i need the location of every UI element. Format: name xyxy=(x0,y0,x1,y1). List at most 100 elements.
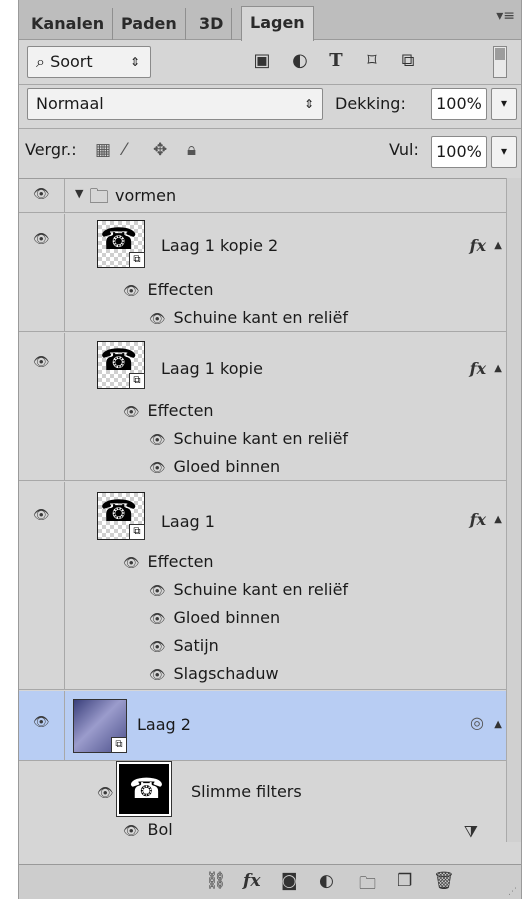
eye-icon[interactable]: 👁︎ xyxy=(33,715,50,730)
opacity-dropdown-button[interactable]: ▾ xyxy=(491,88,517,120)
filter-item-row[interactable]: 👁︎ Bol ⧩ xyxy=(19,820,506,843)
filter-kind-select[interactable]: ⌕ Soort ⇕ xyxy=(27,46,151,78)
fx-icon[interactable]: fx xyxy=(470,236,486,255)
lock-brush-icon[interactable]: ⁄ xyxy=(123,140,126,160)
smart-filters-label: Slimme filters xyxy=(191,782,302,801)
layer-thumbnail: ☎ ⧉ xyxy=(97,220,145,268)
new-layer-icon[interactable]: ❐ xyxy=(397,871,412,891)
effect-item[interactable]: 👁︎ Gloed binnen xyxy=(149,457,280,476)
collapse-caret-icon[interactable]: ▲ xyxy=(494,719,502,730)
collapse-caret-icon[interactable]: ▲ xyxy=(494,363,502,374)
blend-mode-select[interactable]: Normaal ⇕ xyxy=(27,88,323,120)
effect-item[interactable]: 👁︎ Schuine kant en reliëf xyxy=(149,429,348,448)
scrollbar[interactable] xyxy=(506,178,521,842)
folder-icon: 🗀 xyxy=(89,184,109,208)
effects-item[interactable]: 👁︎ Effecten xyxy=(123,280,214,299)
opacity-input[interactable]: 100% xyxy=(431,88,487,120)
fx-icon[interactable]: fx xyxy=(243,871,260,891)
fill-input[interactable]: 100% xyxy=(431,136,487,168)
filter-kind-label: Soort xyxy=(50,52,93,71)
lock-label: Vergr.: xyxy=(25,140,77,159)
eye-icon[interactable]: 👁︎ xyxy=(149,668,166,683)
expand-triangle-icon[interactable]: ▼ xyxy=(75,187,83,200)
eye-icon[interactable]: 👁︎ xyxy=(123,824,140,839)
eye-icon[interactable]: 👁︎ xyxy=(149,584,166,599)
layer-name: Laag 1 kopie xyxy=(161,359,263,378)
eye-icon[interactable]: 👁︎ xyxy=(123,405,140,420)
lock-all-icon[interactable]: 🔒︎ xyxy=(187,140,196,160)
layer-row[interactable]: 👁︎ ☎ ⧉ Laag 1 kopie fx ▲ 👁︎ Effecten 👁︎ Sc… xyxy=(19,333,506,481)
eye-icon[interactable]: 👁︎ xyxy=(33,508,50,523)
chevron-updown-icon: ⇕ xyxy=(303,97,314,111)
panel-tab-bar: Kanalen Paden 3D Lagen ▾≡ xyxy=(19,0,521,41)
filter-pixel-icon[interactable]: ▣ xyxy=(249,50,275,71)
fill-dropdown-button[interactable]: ▾ xyxy=(491,136,517,168)
tab-3d[interactable]: 3D xyxy=(191,8,233,40)
layer-thumbnail: ☎ ⧉ xyxy=(97,492,145,540)
search-icon: ⌕ xyxy=(36,52,45,71)
layers-list: 👁︎ ▼ 🗀 vormen 👁︎ ☎ ⧉ Laag 1 kopie 2 fx ▲… xyxy=(19,178,506,842)
smart-object-badge-icon: ⧉ xyxy=(129,373,145,389)
filter-mask-thumbnail[interactable]: ☎ xyxy=(116,761,172,817)
collapse-caret-icon[interactable]: ▲ xyxy=(494,240,502,251)
eye-icon[interactable]: 👁︎ xyxy=(123,284,140,299)
effect-item[interactable]: 👁︎ Gloed binnen xyxy=(149,608,280,627)
effects-item[interactable]: 👁︎ Effecten xyxy=(123,552,214,571)
layer-name: Laag 2 xyxy=(137,715,191,734)
filter-shape-icon[interactable]: ⌑ xyxy=(359,50,385,71)
panel-footer: ⛓ fx ◙ ◐ 🗀 ❐ 🗑 ⋰ xyxy=(19,864,521,899)
smart-object-badge-icon: ⧉ xyxy=(129,524,145,540)
smart-object-icon: ◎ xyxy=(470,713,484,732)
divider xyxy=(19,84,521,85)
smart-object-badge-icon: ⧉ xyxy=(111,737,127,753)
eye-icon[interactable]: 👁︎ xyxy=(149,612,166,627)
add-mask-icon[interactable]: ◙ xyxy=(281,871,298,891)
layer-thumbnail: ⧉ xyxy=(73,699,127,753)
fill-label: Vul: xyxy=(389,140,419,159)
eye-icon[interactable]: 👁︎ xyxy=(33,232,50,247)
filter-type-icon[interactable]: T xyxy=(323,50,349,71)
new-group-icon[interactable]: 🗀 xyxy=(359,871,376,899)
telephone-icon: ☎ xyxy=(129,772,164,805)
tab-lagen[interactable]: Lagen xyxy=(241,6,314,41)
layer-row-selected[interactable]: 👁︎ ⧉ Laag 2 ◎ ▲ xyxy=(19,691,506,761)
divider xyxy=(19,128,521,129)
layer-row[interactable]: 👁︎ ☎ ⧉ Laag 1 kopie 2 fx ▲ 👁︎ Effecten 👁︎… xyxy=(19,214,506,332)
tab-kanalen[interactable]: Kanalen xyxy=(23,8,114,40)
resize-grip-icon[interactable]: ⋰ xyxy=(508,887,517,897)
smart-filters-row[interactable]: 👁︎ Slimme filters xyxy=(19,762,506,824)
effect-item[interactable]: 👁︎ Slagschaduw xyxy=(149,664,279,683)
effects-item[interactable]: 👁︎ Effecten xyxy=(123,401,214,420)
collapse-caret-icon[interactable]: ▲ xyxy=(494,514,502,525)
fx-icon[interactable]: fx xyxy=(470,510,486,529)
filter-adjustment-icon[interactable]: ◐ xyxy=(287,50,313,71)
effect-item[interactable]: 👁︎ Schuine kant en reliëf xyxy=(149,308,348,327)
eye-icon[interactable]: 👁︎ xyxy=(149,461,166,476)
filter-item[interactable]: 👁︎ Bol xyxy=(123,820,173,839)
opacity-label: Dekking: xyxy=(335,94,406,113)
effect-item[interactable]: 👁︎ Schuine kant en reliëf xyxy=(149,580,348,599)
panel-menu-icon[interactable]: ▾≡ xyxy=(496,8,515,24)
layer-row[interactable]: 👁︎ ☎ ⧉ Laag 1 fx ▲ 👁︎ Effecten 👁︎ Schuine … xyxy=(19,482,506,690)
eye-icon[interactable]: 👁︎ xyxy=(149,433,166,448)
link-layers-icon[interactable]: ⛓ xyxy=(205,871,227,891)
adjustment-layer-icon[interactable]: ◐ xyxy=(319,871,334,891)
eye-icon[interactable]: 👁︎ xyxy=(97,786,114,801)
layer-group-row[interactable]: 👁︎ ▼ 🗀 vormen xyxy=(19,179,506,213)
eye-icon[interactable]: 👁︎ xyxy=(33,355,50,370)
eye-icon[interactable]: 👁︎ xyxy=(123,556,140,571)
filter-smart-object-icon[interactable]: ⧉ xyxy=(395,50,421,71)
eye-icon[interactable]: 👁︎ xyxy=(33,187,50,202)
lock-move-icon[interactable]: ✥ xyxy=(153,140,167,160)
filter-toggle-switch[interactable] xyxy=(493,46,507,78)
tab-paden[interactable]: Paden xyxy=(113,8,186,40)
filter-blending-options-icon[interactable]: ⧩ xyxy=(464,822,478,842)
effect-item[interactable]: 👁︎ Satijn xyxy=(149,636,219,655)
eye-icon[interactable]: 👁︎ xyxy=(149,640,166,655)
fx-icon[interactable]: fx xyxy=(470,359,486,378)
lock-transparent-icon[interactable]: ▦ xyxy=(95,140,111,160)
smart-object-badge-icon: ⧉ xyxy=(129,252,145,268)
blend-mode-label: Normaal xyxy=(36,94,104,113)
eye-icon[interactable]: 👁︎ xyxy=(149,312,166,327)
trash-icon[interactable]: 🗑 xyxy=(433,871,455,891)
